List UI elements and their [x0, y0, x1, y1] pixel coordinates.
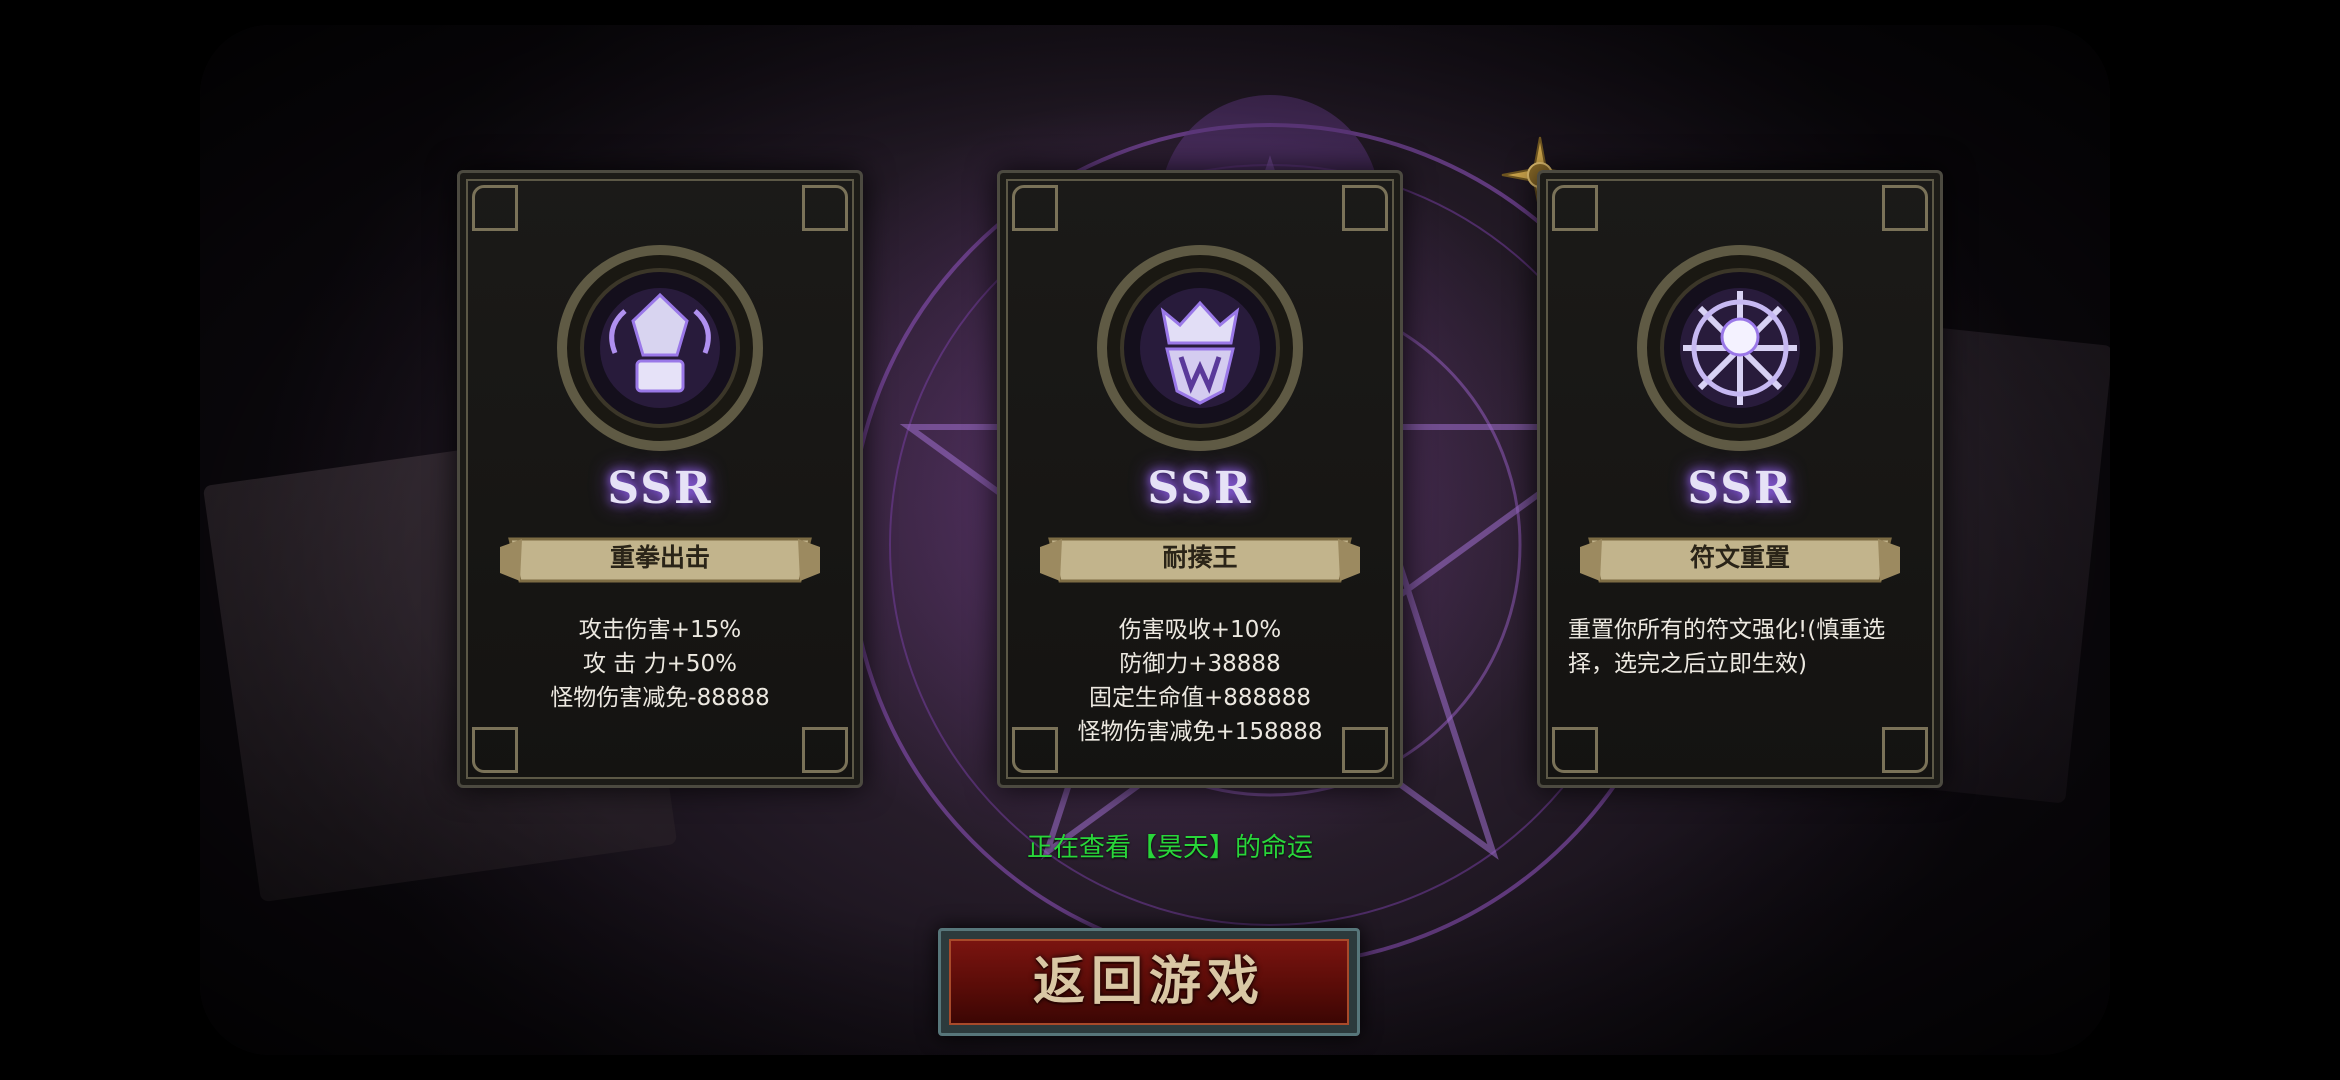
fate-card-2[interactable]: SSR 耐揍王 伤害吸收+10% 防御力+38888 固定生命值+888888 … — [963, 147, 1403, 797]
card-corner-ornament — [1342, 185, 1388, 231]
stat-line: 怪物伤害减免-88888 — [550, 685, 770, 711]
return-to-game-label: 返回游戏 — [1032, 951, 1265, 1012]
crown-shield-rune-icon — [1097, 245, 1303, 451]
card-description: 攻击伤害+15% 攻 击 力+50% 怪物伤害减免-88888 — [480, 613, 840, 715]
rarity-label: SSR — [1147, 463, 1253, 514]
stat-line: 攻击伤害+15% — [578, 617, 742, 643]
stat-line: 固定生命值+888888 — [1088, 685, 1312, 711]
stat-line: 重置你所有的符文强化!(慎重选 — [1568, 617, 1886, 643]
card-name: 耐揍王 — [1162, 543, 1238, 572]
card-description: 重置你所有的符文强化!(慎重选 择，选完之后立即生效) — [1560, 613, 1920, 681]
card-corner-ornament — [1552, 185, 1598, 231]
card-description: 伤害吸收+10% 防御力+38888 固定生命值+888888 怪物伤害减免+1… — [1020, 613, 1380, 749]
card-corner-ornament — [472, 185, 518, 231]
sun-wheel-rune-icon — [1637, 245, 1843, 451]
card-name: 符文重置 — [1689, 543, 1790, 572]
card-corner-ornament — [1012, 185, 1058, 231]
card-name: 重拳出击 — [609, 543, 710, 572]
card-corner-ornament — [1552, 727, 1598, 773]
stat-line: 攻 击 力+50% — [582, 651, 737, 677]
rarity-label: SSR — [1687, 463, 1793, 514]
card-corner-ornament — [1882, 185, 1928, 231]
viewing-fate-status: 正在查看【昊天】的命运 — [1026, 833, 1313, 863]
stat-line: 伤害吸收+10% — [1118, 617, 1282, 643]
stat-line: 择，选完之后立即生效) — [1568, 651, 1807, 677]
stat-line: 怪物伤害减免+158888 — [1077, 719, 1323, 745]
card-corner-ornament — [472, 727, 518, 773]
fate-card-1[interactable]: SSR 重拳出击 攻击伤害+15% 攻 击 力+50% 怪物伤害减免-88888 — [423, 147, 863, 797]
fist-rune-icon — [557, 245, 763, 451]
card-corner-ornament — [1882, 727, 1928, 773]
rarity-label: SSR — [607, 463, 713, 514]
fate-card-3[interactable]: SSR 符文重置 重置你所有的符文强化!(慎重选 择，选完之后立即生效) — [1503, 147, 1943, 797]
card-corner-ornament — [802, 727, 848, 773]
card-corner-ornament — [802, 185, 848, 231]
stat-line: 防御力+38888 — [1119, 651, 1281, 677]
return-to-game-button[interactable]: 返回游戏 — [938, 928, 1360, 1036]
